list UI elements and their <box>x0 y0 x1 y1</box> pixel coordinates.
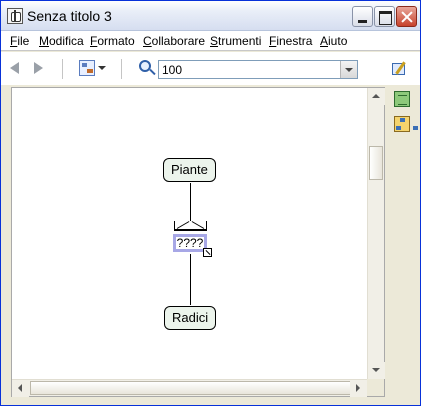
menu-file[interactable]: File <box>10 34 29 48</box>
zoom-select[interactable]: 100 <box>158 60 358 79</box>
scroll-down-button[interactable] <box>368 362 385 379</box>
vertical-scrollbar[interactable] <box>367 88 385 379</box>
horizontal-scroll-thumb[interactable] <box>30 381 356 395</box>
forward-arrow-icon[interactable] <box>34 62 43 74</box>
concept-node-radici[interactable]: Radici <box>164 306 217 330</box>
edit-styles-icon[interactable] <box>391 61 407 75</box>
view-mode-icon[interactable] <box>79 60 95 76</box>
menu-strumenti[interactable]: Strumenti <box>210 34 261 48</box>
menu-aiuto[interactable]: Aiuto <box>320 34 347 48</box>
scroll-left-button[interactable] <box>12 380 29 397</box>
zoom-dropdown-button[interactable] <box>340 61 357 78</box>
menu-finestra[interactable]: Finestra <box>269 34 312 48</box>
toolbar: 100 <box>1 52 420 85</box>
zoom-icon[interactable] <box>139 60 151 72</box>
menu-modifica[interactable]: Modifica <box>39 34 84 48</box>
menu-collaborare[interactable]: Collaborare <box>143 34 205 48</box>
chevron-down-icon[interactable] <box>98 66 106 70</box>
back-arrow-icon[interactable] <box>10 62 19 74</box>
concept-node-piante[interactable]: Piante <box>163 158 216 182</box>
title-bar[interactable]: Senza titolo 3 <box>1 1 420 31</box>
book-icon[interactable] <box>394 91 410 107</box>
concept-map-canvas[interactable]: Piante ???? Radici <box>12 88 367 379</box>
resize-handle[interactable] <box>203 248 212 257</box>
scroll-corner <box>367 379 384 396</box>
map-canvas-frame: Piante ???? Radici <box>11 87 385 397</box>
app-icon[interactable] <box>7 8 23 24</box>
toolbar-separator <box>121 59 122 79</box>
vertical-scroll-thumb[interactable] <box>369 146 383 180</box>
link-phrase[interactable]: ???? <box>173 234 207 252</box>
link-line-top <box>190 183 191 221</box>
minimize-button[interactable] <box>352 6 373 27</box>
link-direction-handle[interactable] <box>174 221 207 231</box>
horizontal-scrollbar[interactable] <box>12 379 367 397</box>
maximize-button[interactable] <box>374 6 395 27</box>
app-window: Senza titolo 3 File Modifica Formato Col… <box>0 0 421 406</box>
toolbar-separator <box>62 59 63 79</box>
link-line-bottom <box>190 254 191 305</box>
scroll-up-button[interactable] <box>368 88 385 105</box>
close-button[interactable] <box>396 6 417 27</box>
network-icon[interactable] <box>394 116 418 132</box>
menu-formato[interactable]: Formato <box>90 34 135 48</box>
zoom-value: 100 <box>162 63 183 77</box>
scroll-right-button[interactable] <box>350 380 367 397</box>
menu-bar: File Modifica Formato Collaborare Strume… <box>1 31 420 51</box>
window-title: Senza titolo 3 <box>27 8 112 24</box>
